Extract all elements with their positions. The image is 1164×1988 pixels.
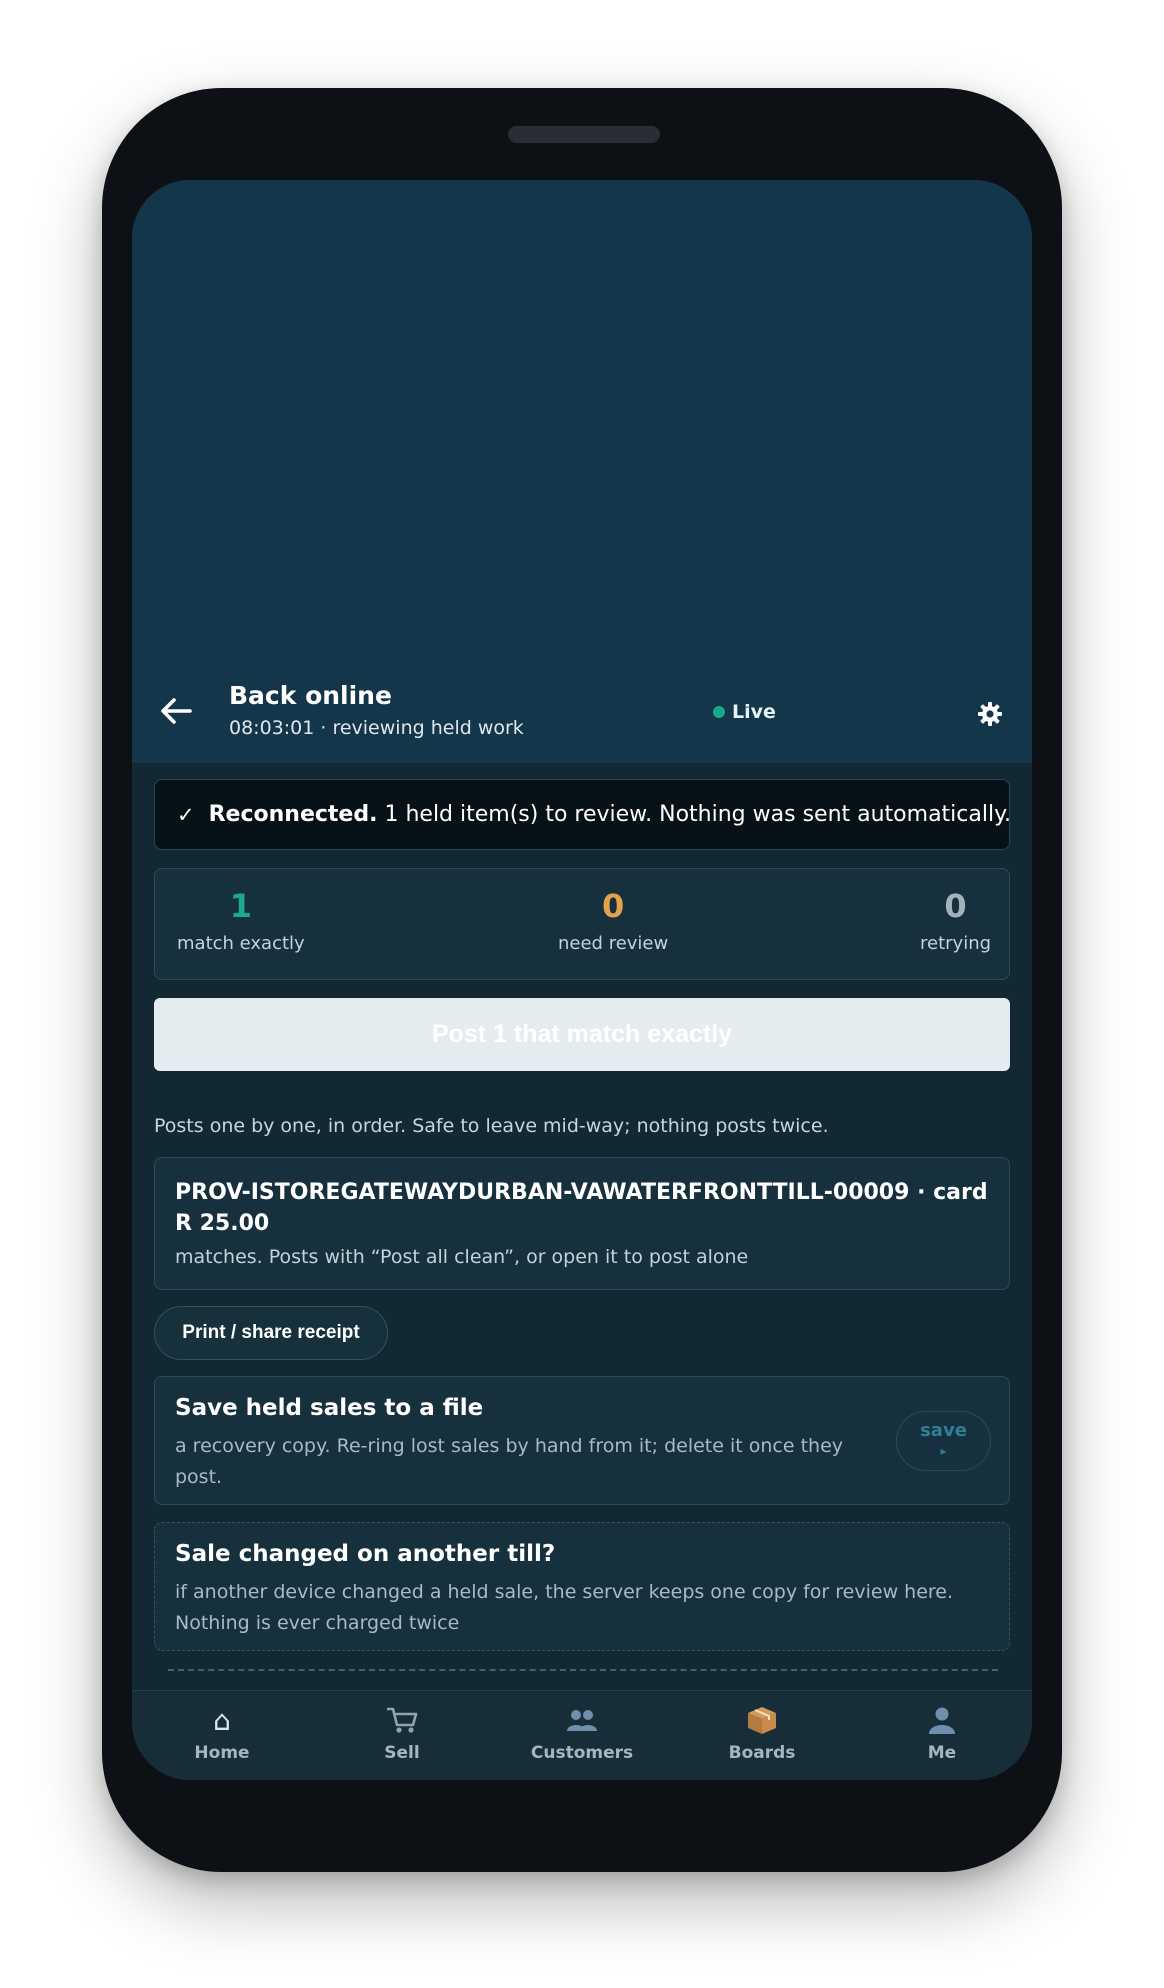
- dashed-divider: [168, 1669, 998, 1671]
- arrow-left-icon: [161, 698, 192, 724]
- changed-sale-card[interactable]: Sale changed on another till? if another…: [154, 1522, 1010, 1651]
- save-file-card: Save held sales to a file a recovery cop…: [154, 1376, 1010, 1505]
- save-file-desc: a recovery copy. Re-ring lost sales by h…: [175, 1435, 844, 1488]
- live-indicator: Live: [713, 701, 776, 723]
- post-hint: Posts one by one, in order. Safe to leav…: [154, 1115, 829, 1137]
- people-icon: [512, 1705, 652, 1737]
- phone-speaker: [508, 126, 660, 143]
- held-item-card[interactable]: PROV-ISTOREGATEWAYDURBAN-VAWATERFRONTTIL…: [154, 1157, 1010, 1290]
- tab-label: Me: [927, 1743, 957, 1763]
- stat-label: retrying: [920, 933, 992, 954]
- check-icon: ✓: [177, 802, 195, 827]
- tab-me[interactable]: Me: [872, 1705, 1012, 1763]
- settings-button[interactable]: [976, 700, 1004, 728]
- back-button[interactable]: [156, 691, 196, 731]
- page-title: Back online: [229, 681, 392, 710]
- package-icon: [692, 1705, 832, 1737]
- held-item-note: matches. Posts with “Post all clean”, or…: [175, 1246, 749, 1268]
- tab-sell[interactable]: Sell: [332, 1705, 472, 1763]
- stat-retrying: 0 retrying: [920, 889, 991, 954]
- page-subtitle: 08:03:01 · reviewing held work: [229, 717, 524, 739]
- print-share-receipt-button[interactable]: Print / share receipt: [154, 1306, 388, 1360]
- stat-match-exactly: 1 match exactly: [177, 889, 305, 954]
- tab-boards[interactable]: Boards: [692, 1705, 832, 1763]
- home-icon: ⌂: [213, 1704, 231, 1737]
- stat-value: 1: [229, 887, 252, 925]
- live-label: Live: [732, 701, 776, 723]
- save-file-title: Save held sales to a file: [175, 1395, 484, 1421]
- person-icon: [872, 1705, 1012, 1737]
- tab-label: Home: [194, 1743, 250, 1763]
- stat-need-review: 0 need review: [558, 889, 668, 954]
- held-item-amount: R 25.00: [175, 1211, 270, 1236]
- tab-customers[interactable]: Customers: [512, 1705, 652, 1763]
- tab-label: Boards: [728, 1743, 796, 1763]
- gear-icon: [978, 702, 1002, 726]
- tab-home[interactable]: ⌂ Home: [152, 1704, 292, 1764]
- tab-label: Sell: [384, 1743, 420, 1763]
- cart-icon: [332, 1705, 472, 1737]
- phone-frame: Back online 08:03:01 · reviewing held wo…: [102, 88, 1062, 1872]
- stats-panel: 1 match exactly 0 need review 0 retrying: [154, 868, 1010, 980]
- caret-right-icon: ▸: [940, 1444, 947, 1458]
- stat-value: 0: [944, 887, 967, 925]
- app-bar: Back online 08:03:01 · reviewing held wo…: [132, 663, 1032, 763]
- live-dot-icon: [713, 706, 725, 718]
- reconnected-banner: ✓ Reconnected. 1 held item(s) to review.…: [154, 779, 1011, 850]
- post-matching-button[interactable]: Post 1 that match exactly: [154, 998, 1010, 1071]
- save-button-label: save: [920, 1420, 967, 1441]
- app-screen: Back online 08:03:01 · reviewing held wo…: [132, 180, 1032, 1780]
- save-button[interactable]: save ▸: [896, 1411, 991, 1471]
- stat-label: match exactly: [177, 933, 305, 954]
- changed-sale-desc: if another device changed a held sale, t…: [175, 1581, 954, 1634]
- held-item-id: PROV-ISTOREGATEWAYDURBAN-VAWATERFRONTTIL…: [175, 1180, 988, 1205]
- banner-text: 1 held item(s) to review. Nothing was se…: [384, 802, 1011, 827]
- changed-sale-title: Sale changed on another till?: [175, 1541, 556, 1567]
- bottom-tab-bar: ⌂ Home Sell Customers Boards Me: [132, 1690, 1032, 1780]
- tab-label: Customers: [530, 1743, 634, 1763]
- stat-value: 0: [601, 887, 625, 925]
- banner-bold: Reconnected.: [208, 802, 378, 827]
- stat-label: need review: [558, 933, 669, 954]
